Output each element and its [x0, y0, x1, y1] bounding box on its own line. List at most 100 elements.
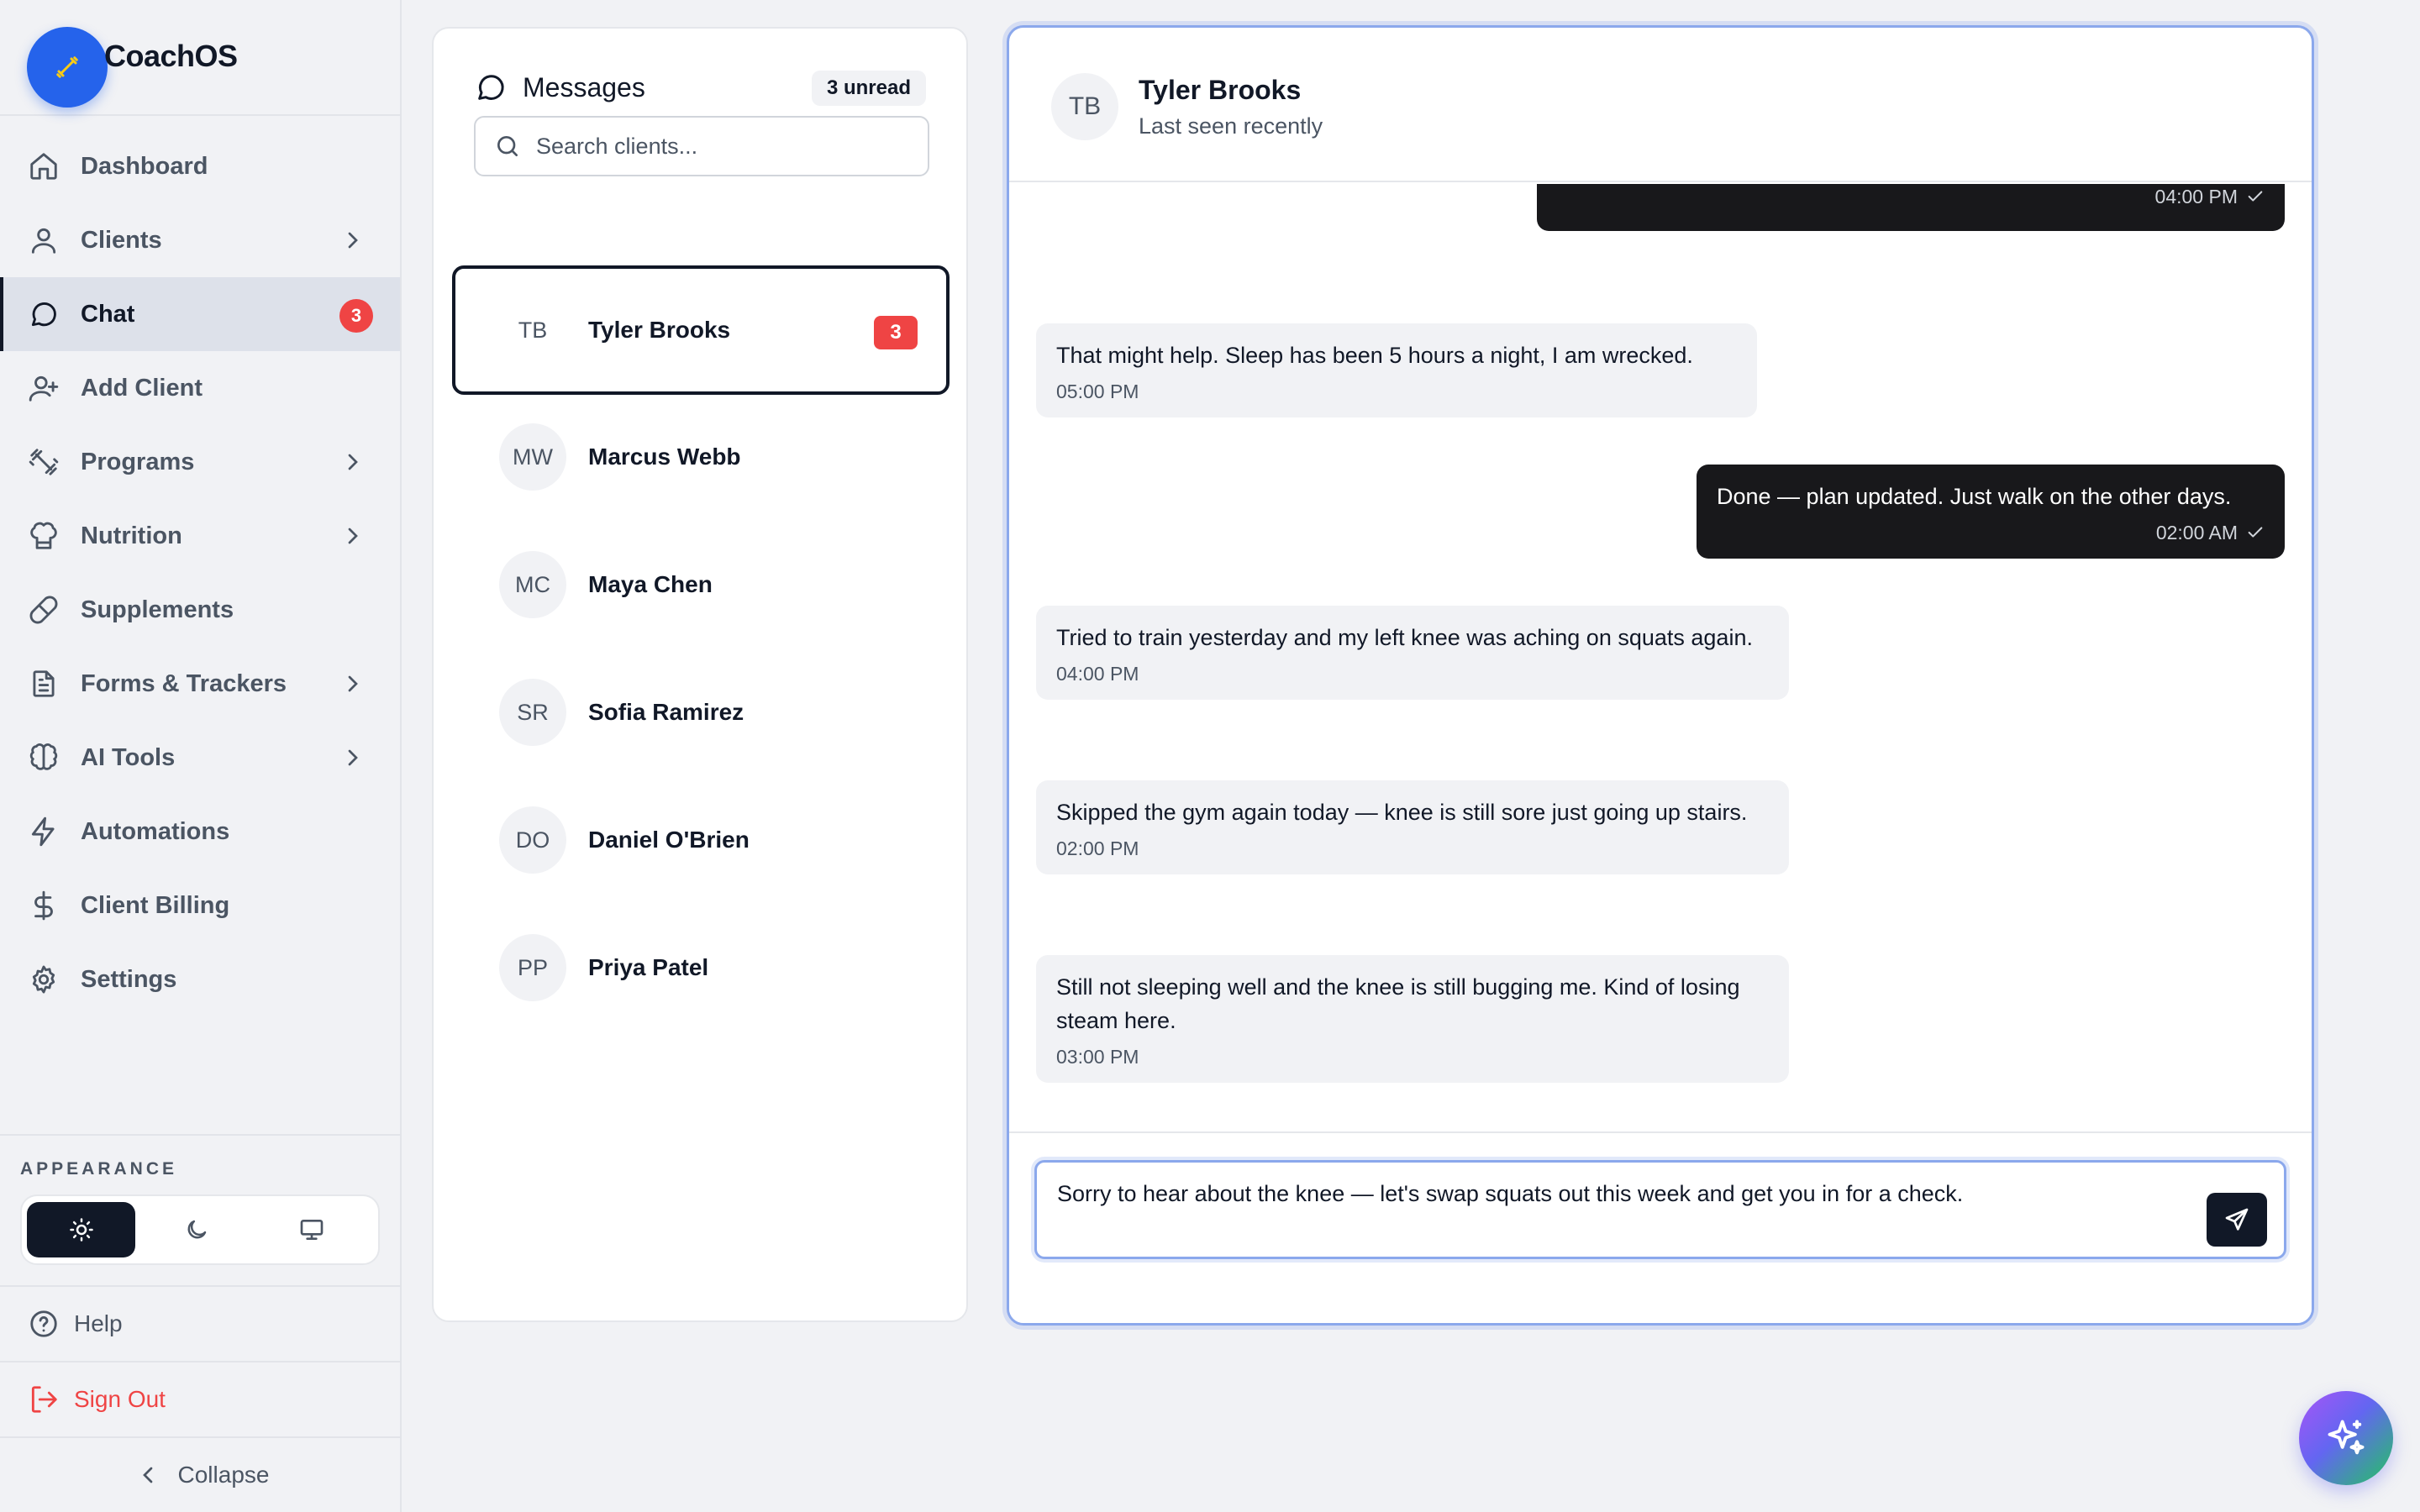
- sidebar-item-clients[interactable]: Clients: [0, 203, 400, 277]
- help-link[interactable]: Help: [0, 1285, 400, 1361]
- sidebar-item-label: Chat: [81, 300, 135, 328]
- messages-list-panel: Messages 3 unread TB Tyler Brooks 3 MW M…: [432, 27, 968, 1322]
- sidebar-item-chat[interactable]: Chat 3: [0, 277, 400, 351]
- client-item-tyler-brooks[interactable]: TB Tyler Brooks 3: [452, 265, 950, 395]
- client-name: Sofia Ramirez: [588, 699, 744, 725]
- message-bubble-outgoing: 04:00 PM: [1537, 184, 2285, 231]
- sidebar-item-label: Automations: [81, 817, 230, 845]
- home-icon: [27, 150, 60, 183]
- client-name: Marcus Webb: [588, 444, 741, 470]
- app-name: CoachOS: [104, 39, 238, 73]
- sidebar-item-dashboard[interactable]: Dashboard: [0, 129, 400, 203]
- client-name: Daniel O'Brien: [588, 827, 750, 853]
- sidebar-item-supplements[interactable]: Supplements: [0, 573, 400, 647]
- message-bubble-outgoing: Done — plan updated. Just walk on the ot…: [1697, 465, 2285, 559]
- message-text: Still not sleeping well and the knee is …: [1056, 974, 1740, 1033]
- sidebar-item-ai-tools[interactable]: AI Tools: [0, 721, 400, 795]
- sidebar-item-label: Client Billing: [81, 891, 230, 919]
- message-thread: 04:00 PM That might help. Sleep has been…: [1009, 184, 2312, 1158]
- chat-unread-badge: 3: [339, 299, 373, 333]
- gear-icon: [27, 963, 60, 996]
- messages-title: Messages: [523, 71, 645, 102]
- message-text: Done — plan updated. Just walk on the ot…: [1717, 484, 2232, 509]
- log-out-icon: [27, 1383, 60, 1416]
- send-button[interactable]: [2207, 1193, 2267, 1247]
- help-circle-icon: [27, 1307, 60, 1341]
- collapse-label: Collapse: [177, 1462, 270, 1488]
- message-text: That might help. Sleep has been 5 hours …: [1056, 343, 1693, 368]
- check-icon: [2246, 523, 2265, 542]
- message-time: 04:00 PM: [1056, 663, 1139, 685]
- sidebar-item-label: AI Tools: [81, 743, 176, 771]
- brand-logo[interactable]: [27, 27, 108, 108]
- client-list: TB Tyler Brooks 3 MW Marcus Webb MC Maya…: [452, 265, 950, 1032]
- dumbbell-icon: [27, 445, 60, 479]
- dollar-icon: [27, 889, 60, 922]
- client-item-priya-patel[interactable]: PP Priya Patel: [452, 904, 950, 1032]
- collapse-sidebar-button[interactable]: Collapse: [0, 1436, 400, 1512]
- sun-icon: [69, 1218, 93, 1242]
- client-item-marcus-webb[interactable]: MW Marcus Webb: [452, 393, 950, 521]
- message-input[interactable]: Sorry to hear about the knee — let's swa…: [1057, 1178, 2200, 1245]
- chevron-right-icon: [339, 522, 366, 549]
- client-item-maya-chen[interactable]: MC Maya Chen: [452, 521, 950, 648]
- sidebar-item-label: Add Client: [81, 374, 203, 402]
- sidebar-item-label: Programs: [81, 448, 195, 475]
- search-box: [474, 116, 929, 176]
- chat-header: TB Tyler Brooks Last seen recently: [1009, 28, 2312, 182]
- message-time: 04:00 PM: [2154, 186, 2238, 207]
- chat-icon: [27, 297, 60, 331]
- chevron-right-icon: [339, 449, 366, 475]
- sign-out-button[interactable]: Sign Out: [0, 1361, 400, 1436]
- chat-icon: [474, 71, 508, 104]
- composer-area: Sorry to hear about the knee — let's swa…: [1009, 1131, 2312, 1323]
- moon-icon: [187, 1220, 207, 1239]
- appearance-section: APPEARANCE: [0, 1134, 400, 1284]
- sidebar-item-automations[interactable]: Automations: [0, 795, 400, 869]
- sidebar-item-forms-trackers[interactable]: Forms & Trackers: [0, 647, 400, 721]
- avatar: MW: [499, 423, 566, 491]
- chat-contact-name: Tyler Brooks: [1139, 75, 1302, 105]
- help-label: Help: [74, 1310, 123, 1336]
- chevron-left-icon: [131, 1458, 165, 1492]
- sidebar-item-client-billing[interactable]: Client Billing: [0, 869, 400, 942]
- sidebar-item-label: Dashboard: [81, 152, 208, 180]
- message-time: 02:00 AM: [2155, 522, 2238, 543]
- client-unread-badge: 3: [874, 316, 918, 349]
- file-text-icon: [27, 667, 60, 701]
- client-item-sofia-ramirez[interactable]: SR Sofia Ramirez: [452, 648, 950, 776]
- appearance-label: APPEARANCE: [20, 1159, 178, 1179]
- sparkles-icon: [2328, 1420, 2365, 1455]
- message-text: Tried to train yesterday and my left kne…: [1056, 625, 1753, 650]
- theme-dark-button[interactable]: [142, 1202, 250, 1257]
- message-bubble-incoming: Skipped the gym again today — knee is st…: [1036, 780, 1789, 874]
- sidebar-item-label: Supplements: [81, 596, 234, 623]
- message-time: 05:00 PM: [1056, 381, 1139, 402]
- theme-toggle: [20, 1194, 380, 1265]
- sign-out-label: Sign Out: [74, 1386, 166, 1412]
- search-clients-input[interactable]: [536, 133, 923, 160]
- avatar: TB: [1051, 73, 1118, 140]
- pill-icon: [27, 593, 60, 627]
- sidebar-item-settings[interactable]: Settings: [0, 942, 400, 1016]
- sidebar-item-add-client[interactable]: Add Client: [0, 351, 400, 425]
- sidebar-item-label: Forms & Trackers: [81, 669, 287, 697]
- message-meta: 04:00 PM: [2155, 184, 2265, 209]
- theme-light-button[interactable]: [27, 1202, 136, 1257]
- sidebar-item-nutrition[interactable]: Nutrition: [0, 499, 400, 573]
- client-name: Priya Patel: [588, 954, 709, 980]
- sidebar-item-label: Clients: [81, 226, 162, 254]
- theme-system-button[interactable]: [258, 1202, 366, 1257]
- ai-assistant-button[interactable]: [2299, 1391, 2393, 1485]
- chat-contact-status: Last seen recently: [1139, 113, 1323, 139]
- message-text: Skipped the gym again today — knee is st…: [1056, 800, 1748, 825]
- check-icon: [2246, 187, 2265, 206]
- chevron-right-icon: [339, 227, 366, 254]
- messages-header: Messages: [474, 71, 645, 104]
- dumbbell-logo-icon: [56, 56, 78, 78]
- chef-hat-icon: [27, 519, 60, 553]
- message-composer: Sorry to hear about the knee — let's swa…: [1034, 1160, 2286, 1259]
- sidebar-item-programs[interactable]: Programs: [0, 425, 400, 499]
- client-item-daniel-obrien[interactable]: DO Daniel O'Brien: [452, 776, 950, 904]
- zap-icon: [27, 815, 60, 848]
